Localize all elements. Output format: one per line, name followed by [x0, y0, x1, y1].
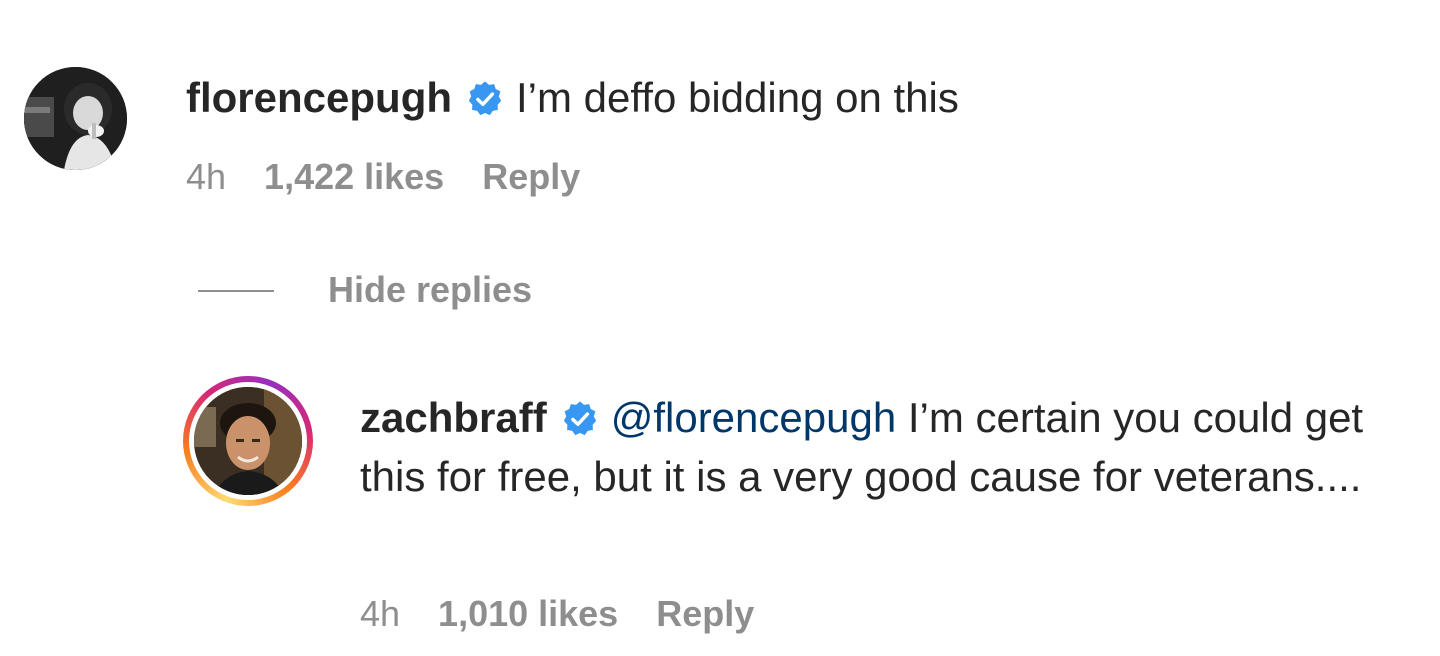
comment-meta: 4h 1,010 likes Reply [360, 592, 754, 636]
comment-meta: 4h 1,422 likes Reply [186, 155, 580, 199]
comment: florencepugh I’m deffo bidding on this [186, 70, 959, 126]
reply-button[interactable]: Reply [482, 156, 580, 197]
avatar-border [189, 382, 307, 500]
avatar[interactable] [194, 387, 302, 495]
comment-likes[interactable]: 1,422 likes [264, 156, 444, 197]
hide-replies-button[interactable]: Hide replies [328, 268, 532, 312]
comment-text: I’m deffo bidding on this [516, 74, 959, 121]
reply-button[interactable]: Reply [656, 593, 754, 634]
verified-badge-icon [561, 400, 599, 438]
comment-time[interactable]: 4h [186, 156, 226, 197]
comment-username[interactable]: zachbraff [360, 394, 547, 441]
story-ring[interactable] [183, 376, 313, 506]
profile-photo-icon [194, 387, 302, 495]
comment-likes[interactable]: 1,010 likes [438, 593, 618, 634]
comment-time[interactable]: 4h [360, 593, 400, 634]
verified-badge-icon [466, 80, 504, 118]
avatar[interactable] [24, 67, 127, 170]
profile-photo-icon [24, 67, 127, 170]
comment-username[interactable]: florencepugh [186, 74, 452, 121]
mention-link[interactable]: @florencepugh [611, 394, 897, 441]
comments-panel: florencepugh I’m deffo bidding on this 4h… [0, 0, 1440, 656]
reply-comment: zachbraff @florencepugh I’m certain you c… [360, 388, 1420, 506]
divider [198, 290, 274, 292]
